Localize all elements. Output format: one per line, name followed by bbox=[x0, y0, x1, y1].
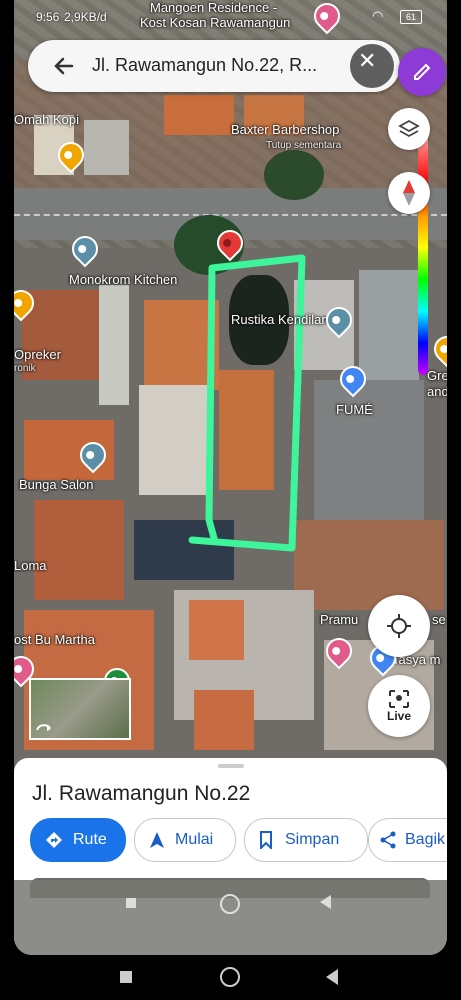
route-button[interactable]: Rute bbox=[30, 818, 126, 862]
start-button[interactable]: Mulai bbox=[134, 818, 236, 862]
place-label: Loma bbox=[14, 558, 47, 573]
place-label: Omah Kopi bbox=[14, 112, 80, 127]
live-label: Live bbox=[386, 709, 411, 723]
rotate-arrow-icon bbox=[36, 724, 51, 731]
share-label: Bagik bbox=[405, 831, 446, 848]
bookmark-icon bbox=[260, 831, 272, 849]
live-location-icon bbox=[389, 690, 409, 708]
place-label: and bbox=[427, 384, 447, 399]
start-label: Mulai bbox=[175, 831, 214, 848]
layers-icon bbox=[398, 119, 420, 138]
save-label: Simpan bbox=[285, 831, 340, 848]
street-view-thumbnail[interactable] bbox=[29, 678, 131, 740]
place-status: Tutup sementara bbox=[266, 140, 342, 151]
back-button-icon[interactable] bbox=[326, 969, 338, 985]
compass-icon bbox=[403, 180, 415, 206]
place-label: Gre bbox=[427, 368, 447, 383]
status-time: 9:56 bbox=[36, 10, 60, 24]
status-bar: 9:56 2,9KB/d ◠ 61 bbox=[14, 0, 447, 36]
route-label: Rute bbox=[73, 831, 107, 848]
draw-tool-button[interactable] bbox=[398, 48, 446, 96]
place-label: Baxter Barbershop bbox=[231, 122, 340, 137]
place-label: Rustika Kendilan bbox=[231, 312, 329, 327]
search-query[interactable]: Jl. Rawamangun No.22, R... bbox=[92, 55, 317, 76]
search-bar[interactable]: Jl. Rawamangun No.22, R... ✕ bbox=[28, 40, 400, 92]
place-label: Monokrom Kitchen bbox=[69, 272, 178, 287]
color-picker-slider[interactable] bbox=[418, 120, 428, 375]
directions-icon bbox=[46, 832, 62, 848]
share-icon bbox=[380, 831, 396, 849]
layers-button[interactable] bbox=[388, 108, 430, 150]
network-speed: 2,9KB/d bbox=[64, 10, 107, 24]
app-screen: Mangoen Residence - Kost Kosan Rawamangu… bbox=[14, 0, 447, 955]
system-navigation-bar bbox=[0, 955, 461, 1000]
battery-indicator: 61 bbox=[400, 10, 422, 24]
gesture-overlay-bar bbox=[14, 880, 447, 955]
back-icon[interactable] bbox=[320, 895, 331, 909]
place-label: ronik bbox=[14, 363, 36, 374]
place-label: ost Bu Martha bbox=[14, 632, 95, 647]
my-location-button[interactable] bbox=[368, 595, 430, 657]
home-button-icon[interactable] bbox=[220, 967, 240, 987]
place-label: Opreker bbox=[14, 347, 61, 362]
drag-handle[interactable] bbox=[218, 764, 244, 768]
recents-icon[interactable] bbox=[126, 898, 136, 908]
back-arrow-icon[interactable] bbox=[54, 56, 74, 76]
share-button[interactable]: Bagik bbox=[368, 818, 447, 862]
place-label: FUMÉ bbox=[336, 402, 373, 417]
clear-button[interactable]: ✕ bbox=[350, 44, 394, 88]
place-label: Bunga Salon bbox=[19, 477, 94, 492]
close-icon: ✕ bbox=[358, 48, 377, 73]
navigation-arrow-icon bbox=[150, 832, 164, 848]
live-view-button[interactable]: Live bbox=[368, 675, 430, 737]
crosshair-icon bbox=[387, 614, 411, 638]
recents-button-icon[interactable] bbox=[120, 971, 132, 983]
place-label: se bbox=[432, 612, 446, 627]
place-title: Jl. Rawamangun No.22 bbox=[32, 782, 251, 805]
pencil-icon bbox=[414, 63, 431, 80]
wifi-icon: ◠ bbox=[372, 8, 384, 23]
home-icon[interactable] bbox=[220, 894, 240, 914]
save-button[interactable]: Simpan bbox=[244, 818, 368, 862]
compass-button[interactable] bbox=[388, 172, 430, 214]
place-label: Pramu bbox=[320, 612, 359, 627]
